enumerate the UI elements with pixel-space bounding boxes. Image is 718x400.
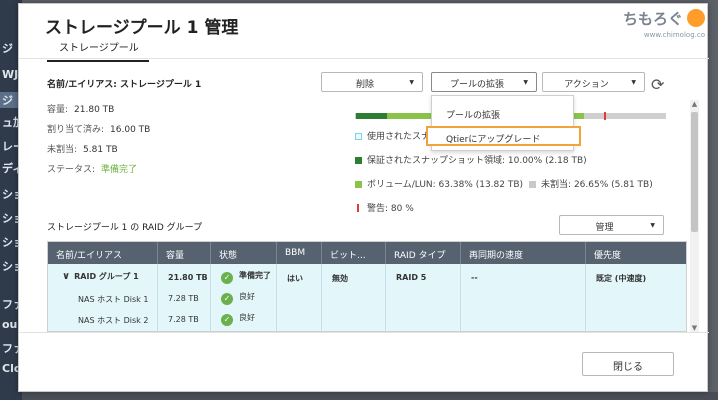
status-label: ステータス: <box>47 165 96 175</box>
raid-group-name: ∨ RAID グループ 1 <box>62 271 139 282</box>
footer-divider <box>19 332 709 333</box>
header-priority[interactable]: 優先度 <box>586 242 686 264</box>
header-capacity[interactable]: 容量 <box>158 242 211 264</box>
disk-name: NAS ホスト Disk 2 <box>78 316 149 325</box>
disk-capacity: 7.28 TB <box>168 294 199 303</box>
disk-name: NAS ホスト Disk 1 <box>78 295 149 304</box>
used-legend-text: 使用されたスナ <box>367 132 431 142</box>
storage-pool-dialog: ストレージプール 1 管理 ちもろぐ www.chimolog.co ストレージ… <box>18 3 709 392</box>
volume-legend-text: ボリューム/LUN: 63.38% (13.82 TB) <box>367 180 524 190</box>
unallocated-value: 5.81 TB <box>83 145 118 155</box>
allocated-value: 16.00 TB <box>110 125 151 135</box>
snapshot-legend-text: 保証されたスナップショット領域: 10.00% (2.18 TB) <box>367 156 587 166</box>
raid-group-title: ストレージプール 1 の RAID グループ <box>47 223 203 233</box>
status-row: ステータス: 準備完了 <box>47 162 137 175</box>
watermark: ちもろぐ www.chimolog.co <box>623 5 709 45</box>
usage-snapshot-segment <box>356 113 388 119</box>
table-body: ∨ RAID グループ 1 21.80 TB ✓ 準備完了 はい 無効 RAID 5… <box>48 264 686 331</box>
chevron-down-icon: ▼ <box>409 79 414 86</box>
action-button[interactable]: アクション ▼ <box>542 72 645 92</box>
unallocated-legend-text: 未割当: 26.65% (5.81 TB) <box>541 180 653 190</box>
raid-group-bbm: はい <box>287 274 303 283</box>
menu-item-expand-pool[interactable]: プールの拡張 <box>432 103 573 123</box>
action-label: アクション <box>564 80 609 90</box>
dialog-title: ストレージプール 1 管理 <box>45 18 239 38</box>
warning-legend-text: 警告: 80 % <box>367 204 414 214</box>
header-raid-type[interactable]: RAID タイプ <box>386 242 461 264</box>
allocated-row: 割り当て済み: 16.00 TB <box>47 122 150 135</box>
check-icon: ✓ <box>221 272 233 284</box>
capacity-label: 容量: <box>47 105 69 115</box>
delete-label: 削除 <box>355 80 374 90</box>
delete-button[interactable]: 削除 ▼ <box>321 72 423 92</box>
chevron-down-icon[interactable]: ∨ <box>62 271 70 282</box>
expand-pool-button[interactable]: プールの拡張 ▼ <box>431 72 537 92</box>
expand-label: プールの拡張 <box>449 80 504 90</box>
chevron-down-icon: ▼ <box>523 79 528 86</box>
header-bbm[interactable]: BBM <box>277 242 322 264</box>
manage-label: 管理 <box>595 223 614 233</box>
vertical-scrollbar[interactable]: ▲ ▼ <box>690 100 699 332</box>
warning-swatch <box>357 204 359 212</box>
raid-group-status-text: 準備完了 <box>239 271 271 280</box>
legend-warning: 警告: 80 % <box>355 201 414 214</box>
raid-group-priority: 既定 (中速度) <box>596 274 647 283</box>
volume-swatch <box>355 181 362 188</box>
usage-warning-marker <box>603 112 606 120</box>
background-statusbar <box>22 392 718 400</box>
header-status[interactable]: 状態 <box>211 242 277 264</box>
header-resync-speed[interactable]: 再同期の速度 <box>461 242 586 264</box>
used-swatch <box>355 133 362 140</box>
disk-status: ✓ 良好 <box>221 312 255 326</box>
watermark-text: ちもろぐ <box>622 10 683 28</box>
legend-used: 使用されたスナ <box>355 129 430 142</box>
table-header: 名前/エイリアス 容量 状態 BBM ビット... RAID タイプ 再同期の速… <box>48 242 686 264</box>
scroll-thumb[interactable] <box>691 112 698 232</box>
watermark-url: www.chimolog.co <box>643 31 705 39</box>
expand-pool-menu: プールの拡張 Qtierにアップグレード <box>426 95 581 151</box>
allocated-label: 割り当て済み: <box>47 125 105 135</box>
check-icon: ✓ <box>221 293 233 305</box>
unallocated-row: 未割当: 5.81 TB <box>47 142 118 155</box>
menu-item-qtier-upgrade[interactable]: Qtierにアップグレード <box>426 126 581 146</box>
disk-status: ✓ 良好 <box>221 291 255 305</box>
disk-status-text: 良好 <box>239 313 255 322</box>
raid-group-status: ✓ 準備完了 <box>221 270 271 284</box>
capacity-row: 容量: 21.80 TB <box>47 102 114 115</box>
raid-group-capacity: 21.80 TB <box>168 273 208 282</box>
unallocated-label: 未割当: <box>47 145 78 155</box>
manage-button[interactable]: 管理 ▼ <box>559 215 664 235</box>
tab-divider <box>19 58 709 59</box>
raid-group-label: RAID グループ 1 <box>74 272 139 281</box>
header-name[interactable]: 名前/エイリアス <box>48 242 158 264</box>
disk-status-text: 良好 <box>239 292 255 301</box>
pool-name: 名前/エイリアス: ストレージプール 1 <box>47 80 202 90</box>
raid-group-resync: -- <box>471 273 478 282</box>
raid-group-bitmap: 無効 <box>332 274 348 283</box>
legend-volume: ボリューム/LUN: 63.38% (13.82 TB) 未割当: 26.65% … <box>355 177 653 190</box>
check-icon: ✓ <box>221 314 233 326</box>
raid-group-type: RAID 5 <box>396 273 427 282</box>
refresh-icon[interactable]: ⟳ <box>651 75 664 94</box>
disk-capacity: 7.28 TB <box>168 315 199 324</box>
header-bitmap[interactable]: ビット... <box>322 242 386 264</box>
chevron-down-icon: ▼ <box>631 79 636 86</box>
status-value: 準備完了 <box>101 165 138 175</box>
legend-snapshot: 保証されたスナップショット領域: 10.00% (2.18 TB) <box>355 153 587 166</box>
scroll-up-icon[interactable]: ▲ <box>691 100 698 108</box>
scroll-down-icon[interactable]: ▼ <box>691 324 698 332</box>
chevron-down-icon: ▼ <box>650 222 655 229</box>
raid-table: 名前/エイリアス 容量 状態 BBM ビット... RAID タイプ 再同期の速… <box>47 241 687 332</box>
unallocated-swatch <box>529 181 537 188</box>
capacity-value: 21.80 TB <box>74 105 115 115</box>
snapshot-swatch <box>355 157 362 164</box>
close-button[interactable]: 閉じる <box>582 352 674 376</box>
watermark-logo-icon <box>687 9 705 27</box>
